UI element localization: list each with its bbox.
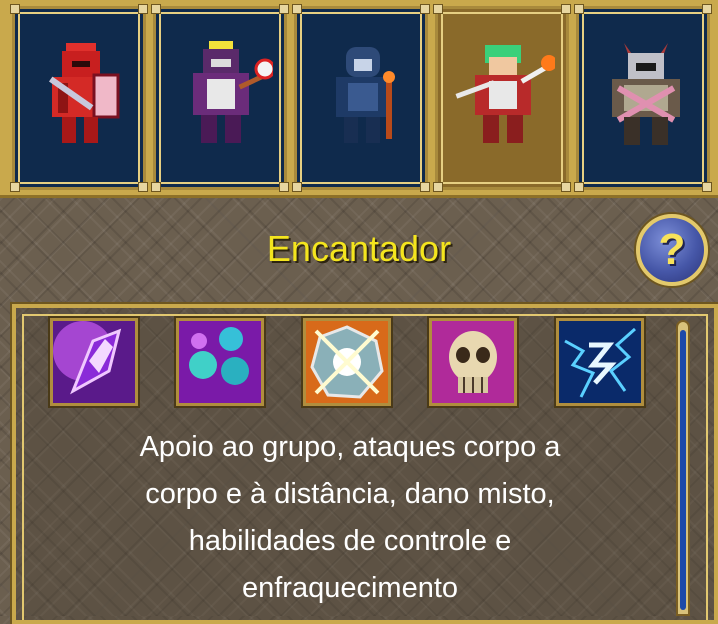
hooded-rogue-sprite [336, 47, 395, 143]
lightning-rune-skill-icon[interactable] [556, 318, 644, 406]
scrollbar[interactable] [676, 320, 690, 616]
character-slot-hooded-rogue[interactable] [292, 4, 430, 192]
description-line: enfraquecimento [241, 572, 459, 604]
class-description: Apoio ao grupo, ataques corpo a corpo e … [60, 424, 640, 612]
light-burst-skill-icon[interactable] [303, 318, 391, 406]
scrollbar-thumb[interactable] [680, 330, 686, 610]
description-line: habilidades de controle e [188, 525, 512, 557]
purple-crystal-skill-icon[interactable] [50, 318, 138, 406]
red-knight-sprite [48, 43, 120, 143]
green-haired-enchanter-sprite [455, 45, 555, 143]
description-line: Apoio ao grupo, ataques corpo a [139, 431, 561, 463]
character-select-bar [0, 0, 718, 198]
cyan-orbs-skill-icon[interactable] [176, 318, 264, 406]
character-slot-red-knight[interactable] [10, 4, 148, 192]
class-title: Encantador [266, 228, 452, 269]
character-slot-horned-warrior[interactable] [574, 4, 712, 192]
description-line: corpo e à distância, dano misto, [145, 478, 555, 510]
character-slot-purple-mage[interactable] [151, 4, 289, 192]
horned-warrior-sprite [612, 43, 680, 145]
question-mark-icon: ? [658, 225, 686, 274]
purple-mage-sprite [193, 41, 273, 143]
character-slot-green-haired-enchanter[interactable] [433, 4, 571, 192]
skull-skill-icon[interactable] [429, 318, 517, 406]
help-button[interactable]: ? [636, 214, 708, 286]
